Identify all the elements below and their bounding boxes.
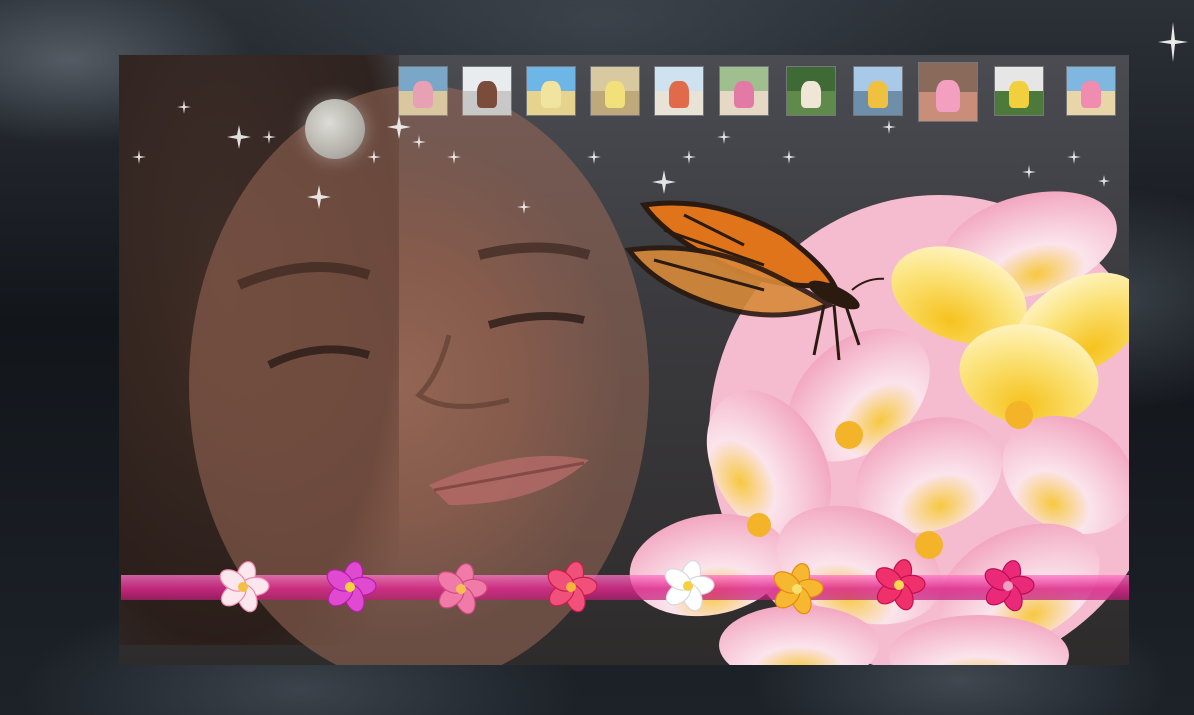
thumbnail-10[interactable] <box>1066 66 1116 116</box>
thumbnail-7[interactable] <box>853 66 903 116</box>
nav-flower-button-2[interactable] <box>320 560 380 614</box>
thumbnail-8[interactable] <box>918 62 978 122</box>
nav-flower-button-1[interactable] <box>213 560 273 614</box>
nav-flower-button-7[interactable] <box>869 558 929 612</box>
butterfly-image <box>624 200 884 361</box>
thumbnail-strip <box>396 62 1121 122</box>
thumbnail-0[interactable] <box>398 66 448 116</box>
moon-image <box>305 99 365 159</box>
thumbnail-6[interactable] <box>786 66 836 116</box>
thumbnail-4[interactable] <box>654 66 704 116</box>
nav-flower-button-4[interactable] <box>541 560 601 614</box>
nav-flower-button-6[interactable] <box>767 562 827 616</box>
sparkle-icon <box>1158 22 1188 62</box>
thumbnail-9[interactable] <box>994 66 1044 116</box>
nav-flower-button-3[interactable] <box>431 562 491 616</box>
thumbnail-1[interactable] <box>462 66 512 116</box>
thumbnail-5[interactable] <box>719 66 769 116</box>
nav-flower-button-5[interactable] <box>658 559 718 613</box>
thumbnail-2[interactable] <box>526 66 576 116</box>
thumbnail-3[interactable] <box>590 66 640 116</box>
nav-flower-button-8[interactable] <box>978 559 1038 613</box>
